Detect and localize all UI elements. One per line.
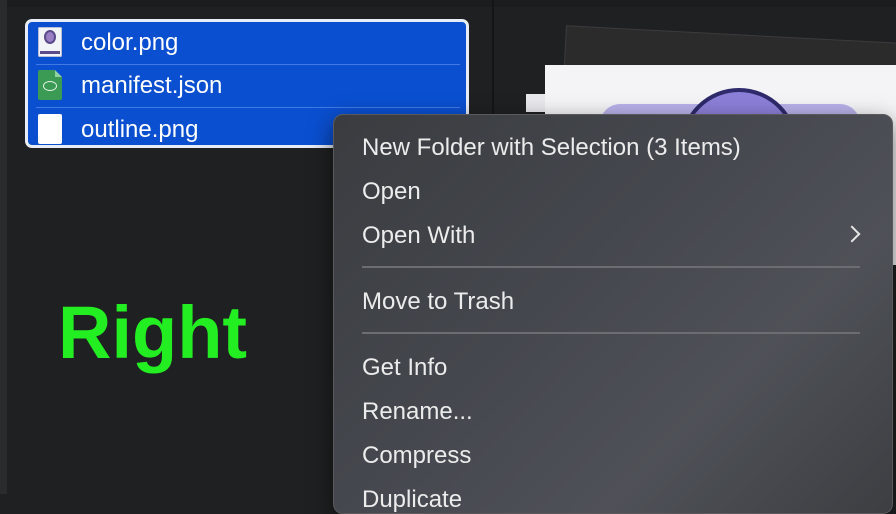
- window-top-edge: [0, 0, 896, 7]
- file-name: outline.png: [81, 116, 199, 143]
- row-divider: [36, 107, 460, 108]
- menu-item-open-with[interactable]: Open With: [362, 214, 862, 258]
- blank-png-icon: [38, 114, 62, 144]
- menu-item-label: Open With: [362, 222, 476, 249]
- menu-separator: [362, 266, 860, 268]
- window-left-edge: [0, 0, 7, 494]
- json-file-icon: [38, 70, 62, 100]
- menu-item-move-to-trash[interactable]: Move to Trash: [362, 280, 862, 324]
- file-row-color-png[interactable]: color.png: [28, 22, 466, 64]
- menu-separator: [362, 332, 860, 334]
- overlay-label: Right: [58, 291, 248, 374]
- file-row-manifest-json[interactable]: manifest.json: [28, 65, 466, 107]
- menu-item-get-info[interactable]: Get Info: [362, 346, 862, 390]
- menu-item-rename[interactable]: Rename...: [362, 390, 862, 434]
- png-thumbnail-icon: [38, 27, 62, 57]
- file-name: manifest.json: [81, 72, 223, 99]
- context-menu: New Folder with Selection (3 Items) Open…: [333, 114, 893, 514]
- menu-item-duplicate[interactable]: Duplicate: [362, 478, 862, 513]
- file-name: color.png: [81, 29, 179, 56]
- menu-item-open[interactable]: Open: [362, 170, 862, 214]
- menu-item-compress[interactable]: Compress: [362, 434, 862, 478]
- menu-item-new-folder-with-selection[interactable]: New Folder with Selection (3 Items): [362, 126, 862, 170]
- chevron-right-icon: [843, 225, 861, 243]
